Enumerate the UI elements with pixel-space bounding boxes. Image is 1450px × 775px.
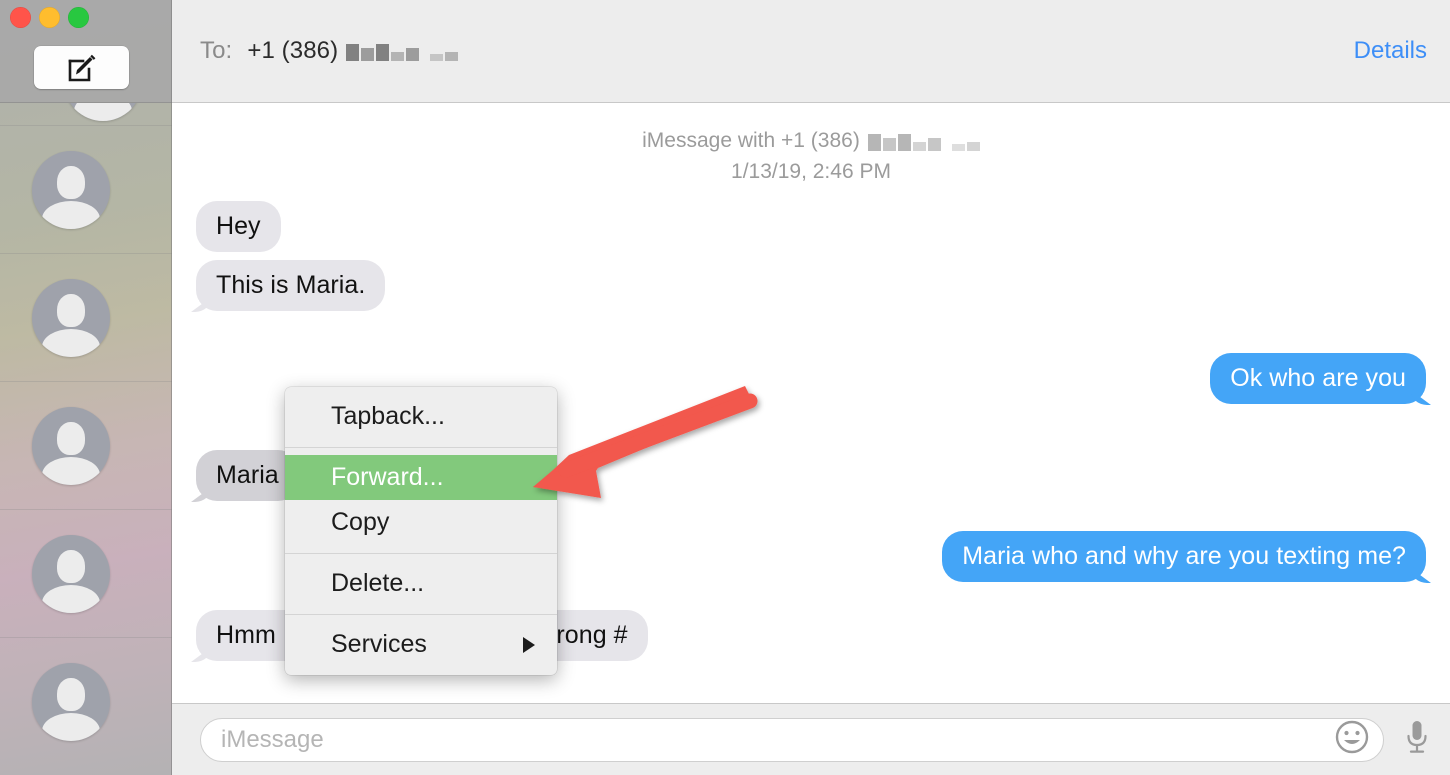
chevron-right-icon	[523, 636, 535, 653]
message-input-placeholder: iMessage	[221, 725, 324, 753]
menu-item-services-label: Services	[331, 630, 427, 658]
avatar	[32, 534, 110, 613]
menu-item-services[interactable]: Services	[285, 622, 557, 667]
avatar	[32, 278, 110, 357]
zoom-window-button[interactable]	[68, 7, 89, 28]
redacted-digits	[867, 131, 980, 151]
message-bubble-selected[interactable]: Maria	[187, 450, 299, 502]
message-row[interactable]: This is Maria.	[172, 260, 1450, 312]
list-item[interactable]	[0, 103, 172, 125]
message-bubble[interactable]: Hey	[196, 201, 281, 252]
thread-service-line: iMessage with +1 (386)	[642, 129, 860, 152]
menu-item-tapback[interactable]: Tapback...	[285, 394, 557, 439]
details-button[interactable]: Details	[1354, 37, 1427, 65]
menu-separator	[285, 447, 557, 448]
conversation-list[interactable]	[0, 103, 172, 775]
avatar	[32, 406, 110, 485]
smiley-icon[interactable]	[1334, 719, 1370, 760]
compose-bar: iMessage	[172, 703, 1450, 775]
list-item[interactable]	[0, 637, 172, 765]
message-input[interactable]: iMessage	[200, 717, 1384, 762]
menu-item-forward[interactable]: Forward...	[285, 455, 557, 500]
list-item[interactable]	[0, 381, 172, 509]
sidebar	[0, 0, 172, 775]
recipient-field[interactable]: +1 (386)	[247, 37, 459, 65]
compose-new-message-button[interactable]	[34, 46, 129, 89]
message-bubble[interactable]: This is Maria.	[186, 260, 386, 312]
close-window-button[interactable]	[10, 7, 31, 28]
list-item[interactable]	[0, 253, 172, 381]
thread-spacer	[172, 319, 1450, 353]
menu-item-delete[interactable]: Delete...	[285, 561, 557, 606]
list-item[interactable]	[0, 125, 172, 253]
to-label: To:	[200, 37, 233, 64]
menu-separator	[285, 553, 557, 554]
microphone-icon[interactable]	[1402, 717, 1432, 762]
context-menu[interactable]: Tapback... Forward... Copy Delete... Ser…	[285, 387, 557, 675]
minimize-window-button[interactable]	[39, 7, 60, 28]
traffic-lights	[10, 7, 89, 28]
avatar	[32, 662, 110, 741]
compose-pencil-icon	[68, 54, 95, 81]
menu-item-copy[interactable]: Copy	[285, 500, 557, 545]
thread-metadata: iMessage with +1 (386) 1/13/19, 2:46 PM	[172, 125, 1450, 187]
message-row[interactable]: Hey	[172, 201, 1450, 252]
avatar	[64, 103, 142, 121]
thread-timestamp: 1/13/19, 2:46 PM	[731, 160, 891, 183]
redacted-digits	[346, 41, 459, 61]
message-bubble[interactable]: Maria who and why are you texting me?	[942, 531, 1435, 583]
menu-separator	[285, 614, 557, 615]
message-bubble[interactable]: Ok who are you	[1210, 353, 1435, 405]
sidebar-toolbar	[0, 0, 172, 103]
avatar	[32, 150, 110, 229]
conversation-header: To: +1 (386) Details	[172, 0, 1450, 103]
messages-window: To: +1 (386) Details iMessage with +1 (3…	[0, 0, 1450, 775]
list-item[interactable]	[0, 509, 172, 637]
recipient-number: +1 (386)	[247, 37, 339, 64]
